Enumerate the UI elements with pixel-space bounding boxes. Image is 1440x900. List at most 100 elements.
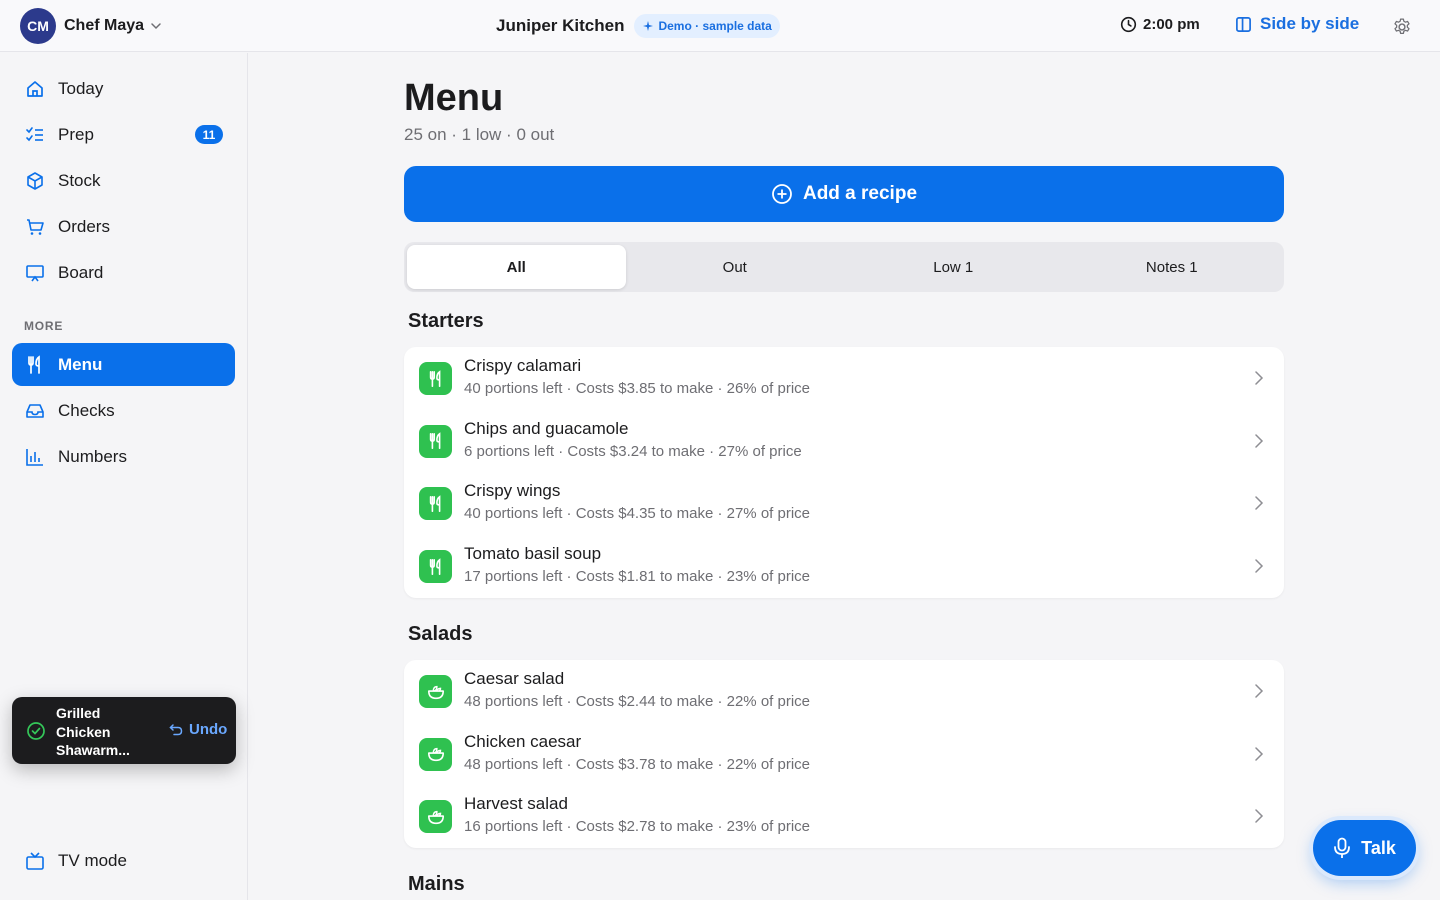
sidebar-item-label: Orders: [58, 216, 110, 236]
item-meta: 6 portions left · Costs $3.24 to make · …: [464, 442, 802, 460]
menu-summary: 25 on · 1 low · 0 out: [404, 125, 555, 144]
chevron-right-icon: [1255, 684, 1264, 698]
sidebar-item-label: Checks: [58, 400, 115, 420]
top-bar: CM Chef Maya Juniper Kitchen Demo · samp…: [0, 0, 1440, 52]
user-menu[interactable]: CM Chef Maya: [20, 8, 162, 44]
utensils-icon: [419, 362, 452, 395]
sidebar-item-menu[interactable]: Menu: [12, 343, 235, 386]
chevron-right-icon: [1255, 496, 1264, 511]
box-icon: [24, 170, 46, 192]
list-item[interactable]: Harvest salad 16 portions left · Costs $…: [404, 785, 1284, 848]
page-title: Menu: [404, 77, 504, 119]
item-meta: 48 portions left · Costs $2.44 to make ·…: [464, 693, 811, 710]
check-circle-icon: [26, 721, 46, 741]
prep-count-badge: 11: [195, 125, 223, 144]
item-name: Caesar salad: [464, 669, 565, 688]
demo-badge-label: Demo · sample data: [658, 19, 772, 33]
clock: 2:00 pm: [1120, 16, 1200, 33]
list-item[interactable]: Tomato basil soup 17 portions left · Cos…: [404, 535, 1284, 598]
item-name: Chips and guacamole: [464, 418, 629, 438]
restaurant-name: Juniper Kitchen: [496, 16, 625, 35]
sidebar-item-label: Stock: [58, 170, 101, 190]
undo-toast: Grilled Chicken Shawarm... Undo: [12, 697, 236, 764]
avatar: CM: [20, 8, 56, 44]
chevron-right-icon: [1255, 809, 1264, 824]
salad-icon: [419, 800, 452, 834]
sidebar-item-tv-mode[interactable]: TV mode: [12, 839, 235, 882]
utensils-icon: [24, 354, 46, 376]
tv-icon: [24, 850, 46, 872]
sidebar-item-label: Today: [58, 78, 104, 98]
sidebar-item-stock[interactable]: Stock: [12, 159, 235, 202]
list-item[interactable]: Chicken caesar 48 portions left · Costs …: [404, 723, 1284, 786]
gear-icon[interactable]: [1392, 17, 1412, 37]
sidebar-item-prep[interactable]: Prep 11: [12, 113, 235, 156]
more-section-label: MORE: [24, 319, 64, 333]
list-item[interactable]: Crispy wings 40 portions left · Costs $4…: [404, 472, 1284, 535]
tab-notes[interactable]: Notes 1: [1063, 245, 1282, 289]
sidebar-item-checks[interactable]: Checks: [12, 389, 235, 432]
tab-low[interactable]: Low 1: [844, 245, 1063, 289]
sparkle-icon: [643, 21, 654, 31]
starters-card: Crispy calamari 40 portions left · Costs…: [404, 347, 1284, 598]
tab-all[interactable]: All: [407, 245, 626, 289]
presentation-icon: [24, 262, 46, 284]
clock-icon: [1120, 16, 1137, 33]
toast-message: Grilled Chicken Shawarm...: [56, 705, 130, 758]
filter-tabs: All Out Low 1 Notes 1: [404, 242, 1284, 292]
clock-time: 2:00 pm: [1143, 16, 1200, 33]
microphone-icon: [1334, 837, 1351, 858]
sidebar-item-today[interactable]: Today: [12, 67, 235, 110]
inbox-icon: [24, 400, 46, 422]
item-meta: 40 portions left · Costs $3.85 to make ·…: [464, 380, 811, 397]
sidebar: Today Prep 11 Stock Orders Board MORE Me…: [0, 53, 248, 900]
cart-icon: [24, 216, 46, 238]
section-title-mains: Mains: [408, 873, 465, 895]
app-title-group: Juniper Kitchen Demo · sample data: [496, 14, 780, 38]
sidebar-item-orders[interactable]: Orders: [12, 205, 235, 248]
utensils-icon: [419, 487, 452, 521]
item-name: Harvest salad: [464, 794, 568, 814]
undo-button[interactable]: Undo: [169, 721, 227, 738]
side-by-side-button[interactable]: Side by side: [1235, 14, 1359, 34]
talk-label: Talk: [1361, 837, 1396, 858]
home-icon: [24, 78, 46, 100]
sidebar-item-label: Menu: [58, 354, 103, 374]
list-item[interactable]: Caesar salad 48 portions left · Costs $2…: [404, 660, 1284, 723]
sidebar-item-label: Board: [58, 262, 104, 282]
chevron-down-icon: [150, 20, 162, 32]
utensils-icon: [419, 550, 452, 584]
add-recipe-button[interactable]: Add a recipe: [404, 166, 1284, 222]
bar-chart-icon: [24, 446, 46, 468]
salad-icon: [419, 737, 452, 771]
chevron-right-icon: [1255, 433, 1264, 448]
demo-badge: Demo · sample data: [634, 14, 780, 38]
chevron-right-icon: [1255, 559, 1264, 573]
add-recipe-label: Add a recipe: [802, 183, 918, 204]
list-item[interactable]: Crispy calamari 40 portions left · Costs…: [404, 347, 1284, 410]
utensils-icon: [419, 424, 452, 458]
item-name: Chicken caesar: [464, 731, 582, 751]
salads-card: Caesar salad 48 portions left · Costs $2…: [404, 660, 1284, 849]
side-by-side-label: Side by side: [1260, 14, 1360, 33]
sidebar-item-board[interactable]: Board: [12, 251, 235, 294]
plus-circle-icon: [772, 184, 792, 204]
item-name: Tomato basil soup: [464, 544, 602, 564]
checklist-icon: [24, 124, 46, 146]
list-item[interactable]: Chips and guacamole 6 portions left · Co…: [404, 410, 1284, 473]
item-name: Crispy calamari: [464, 356, 582, 375]
talk-button[interactable]: Talk: [1313, 820, 1416, 876]
sidebar-item-label: Prep: [58, 124, 94, 144]
sidebar-item-label: Numbers: [58, 446, 127, 466]
sidebar-item-numbers[interactable]: Numbers: [12, 435, 235, 478]
chevron-right-icon: [1255, 371, 1264, 385]
item-meta: 16 portions left · Costs $2.78 to make ·…: [464, 818, 811, 836]
item-meta: 48 portions left · Costs $3.78 to make ·…: [464, 755, 811, 773]
undo-label: Undo: [189, 721, 228, 738]
item-meta: 17 portions left · Costs $1.81 to make ·…: [464, 568, 811, 586]
salad-icon: [419, 675, 452, 708]
columns-icon: [1236, 16, 1251, 32]
undo-icon: [169, 723, 183, 735]
tab-out[interactable]: Out: [626, 245, 845, 289]
section-title-salads: Salads: [408, 623, 473, 645]
